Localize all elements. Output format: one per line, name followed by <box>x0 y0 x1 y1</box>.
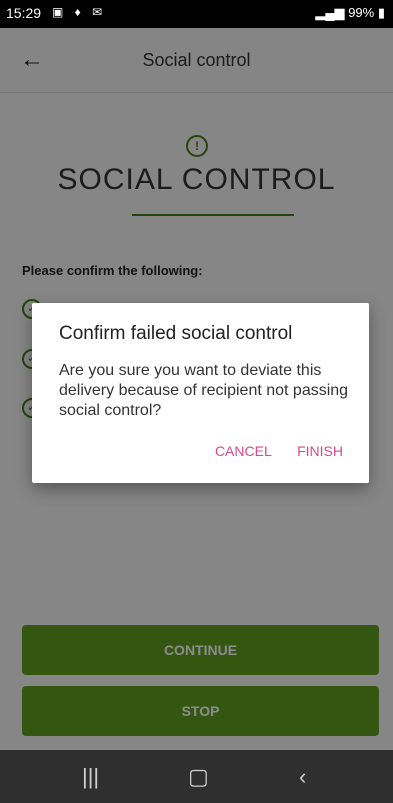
recent-apps-icon[interactable]: ||| <box>82 764 99 790</box>
finish-button[interactable]: FINISH <box>297 443 343 459</box>
status-bar: 15:29 ▣ ♦ ✉ ▂▄▆ 99% ▮ <box>0 0 393 28</box>
back-nav-icon[interactable]: ‹ <box>299 764 306 790</box>
battery-level: 99% <box>348 5 375 20</box>
confirm-dialog: Confirm failed social control Are you su… <box>32 303 369 483</box>
status-right: ▂▄▆ 99% ▮ <box>315 5 385 21</box>
dialog-title: Confirm failed social control <box>59 323 293 344</box>
dialog-actions: CANCEL FINISH <box>193 443 343 459</box>
dialog-message: Are you sure you want to deviate this de… <box>59 362 349 419</box>
cancel-button[interactable]: CANCEL <box>215 443 271 459</box>
status-time: 15:29 <box>6 5 42 21</box>
system-nav-bar: ||| ▢ ‹ <box>0 750 393 803</box>
signal-icon: ▂▄▆ <box>315 5 345 20</box>
status-notification-icons: ▣ ♦ ✉ <box>52 5 107 19</box>
home-icon[interactable]: ▢ <box>188 764 209 790</box>
battery-icon: ▮ <box>377 5 385 20</box>
